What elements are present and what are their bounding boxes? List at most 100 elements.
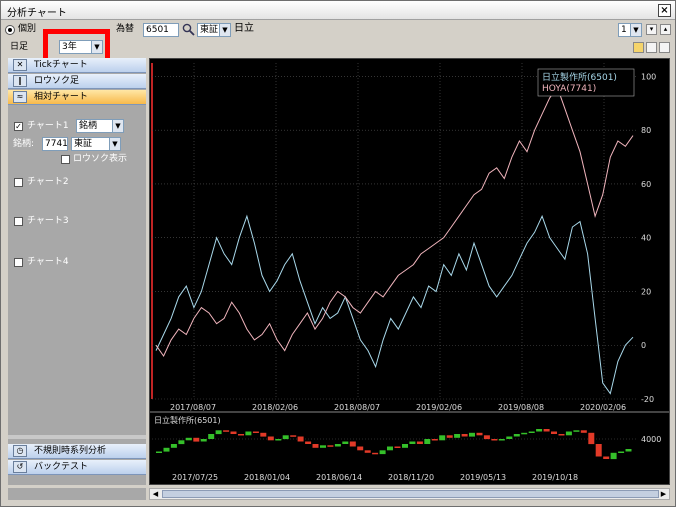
series-line-0: [155, 214, 634, 395]
candle-bar: [334, 444, 341, 447]
market-select[interactable]: 東証 ▼: [197, 23, 231, 37]
candle-bar: [513, 434, 520, 437]
candle-bar: [208, 434, 215, 439]
y-tick-label: 40: [641, 234, 651, 243]
menu-relative-chart-label: 相対チャート: [34, 92, 88, 102]
candle-bar: [170, 444, 177, 448]
candle-bar: [260, 432, 267, 437]
chart1-type-value: 銘柄: [79, 121, 98, 131]
chevron-down-icon: ▼: [630, 24, 641, 36]
sub-x-tick-label: 2019/05/13: [460, 473, 506, 482]
scroll-right-icon[interactable]: ▶: [658, 489, 669, 499]
sub-x-tick-label: 2019/10/18: [532, 473, 578, 482]
tick-chart-icon: ✕: [13, 59, 27, 71]
chevron-down-icon: ▼: [109, 138, 120, 150]
sub-x-tick-label: 2018/11/20: [388, 473, 434, 482]
x-tick-label: 2019/02/06: [416, 403, 462, 412]
brand-market-value: 東証: [74, 139, 93, 149]
x-tick-label: 2019/08/08: [498, 403, 544, 412]
relative-chart: 100 80 60 40 20 0 -20 2017/08/07 2018/02/06 2018/…: [151, 63, 656, 412]
candle-bar: [498, 439, 505, 441]
code-input[interactable]: 6501: [143, 23, 179, 37]
candle-bar: [379, 450, 386, 455]
candle-bar: [416, 441, 423, 444]
menu-backtest[interactable]: ↺ バックテスト: [8, 460, 146, 475]
menu-timeseries-label: 不規則時系列分析: [34, 446, 107, 456]
candle-bar: [618, 451, 625, 453]
chart-svg: 100 80 60 40 20 0 -20 2017/08/07 2018/02/06 2018/…: [150, 63, 669, 482]
y-tick-label: 60: [641, 180, 651, 189]
settings-icon[interactable]: [659, 42, 670, 53]
candle-bar: [595, 444, 602, 457]
candle-bar: [327, 445, 334, 447]
chart4-checkbox[interactable]: [14, 258, 23, 267]
candle-bar: [223, 430, 230, 432]
candle-bar: [290, 435, 297, 437]
titlebar: 分析チャート ×: [1, 1, 675, 20]
menu-timeseries[interactable]: ◷ 不規則時系列分析: [8, 444, 146, 459]
analysis-chart-window: 分析チャート × 個別 為替 6501 東証 ▼ 日立 1 ▼ ▾ ▴ 日足 3…: [0, 0, 676, 507]
candle-bar: [439, 435, 446, 441]
switch-label[interactable]: 為替: [116, 22, 134, 36]
chart-count-value: 1: [621, 25, 627, 35]
candle-bar: [178, 440, 185, 445]
minimize-chart-icon[interactable]: ▾: [646, 24, 657, 35]
candle-bar: [424, 439, 431, 444]
candle-bar: [245, 431, 252, 436]
candle-show-checkbox[interactable]: [61, 155, 70, 164]
candle-bar: [565, 431, 572, 436]
price-chart: 日立製作所(6501) 4000 2017/07/25 2018/01/04 2018/…: [150, 411, 669, 482]
candle-bar: [275, 439, 282, 441]
chart2-checkbox[interactable]: [14, 178, 23, 187]
window-title: 分析チャート: [7, 8, 67, 19]
search-icon[interactable]: [182, 23, 195, 36]
candle-bar: [431, 439, 438, 441]
series-line-1: [155, 86, 634, 357]
candle-bar: [580, 430, 587, 433]
horizontal-scrollbar[interactable]: ◀ ▶: [149, 488, 670, 500]
menu-relative-chart[interactable]: ≈ 相対チャート: [8, 90, 146, 105]
chart1-checkbox[interactable]: ✓: [14, 122, 23, 131]
menu-candlestick[interactable]: ‖ ロウソク足: [8, 74, 146, 89]
candle-show-label: ロウソク表示: [73, 154, 128, 164]
sub-chart-title: 日立製作所(6501): [154, 415, 221, 425]
sub-y-tick-label: 4000: [641, 435, 661, 444]
candle-bar: [252, 431, 259, 433]
scroll-thumb[interactable]: [162, 490, 659, 498]
close-button[interactable]: ×: [658, 4, 671, 17]
relative-chart-icon: ≈: [13, 91, 27, 103]
chart3-checkbox[interactable]: [14, 217, 23, 226]
period-type-label[interactable]: 日足: [10, 40, 28, 54]
candle-bar: [215, 430, 222, 435]
mode-radio-individual[interactable]: [5, 25, 15, 35]
chart1-type-select[interactable]: 銘柄 ▼: [76, 119, 124, 133]
panel-splitter[interactable]: [8, 435, 146, 439]
candle-bar: [312, 444, 319, 448]
menu-tick-chart[interactable]: ✕ Tickチャート: [8, 58, 146, 73]
x-tick-label: 2018/02/06: [252, 403, 298, 412]
save-icon[interactable]: [633, 42, 644, 53]
candle-bar: [536, 429, 543, 432]
chart-count-select[interactable]: 1 ▼: [618, 23, 642, 37]
candle-bar: [409, 441, 416, 444]
candle-bar: [461, 434, 468, 437]
sub-x-tick-label: 2017/07/25: [172, 473, 218, 482]
x-tick-label: 2020/02/06: [580, 403, 626, 412]
candle-bar: [297, 436, 304, 442]
menu-tick-chart-label: Tickチャート: [34, 60, 88, 70]
candle-bar: [282, 435, 289, 440]
x-tick-label: 2018/08/07: [334, 403, 380, 412]
brand-market-select[interactable]: 東証 ▼: [71, 137, 121, 151]
scroll-left-icon[interactable]: ◀: [150, 489, 161, 499]
chevron-down-icon: ▼: [219, 24, 230, 36]
candle-bar: [342, 441, 349, 444]
candle-bar: [528, 431, 535, 433]
candle-bar: [446, 435, 453, 438]
candle-bar: [469, 432, 475, 437]
chart3-label: チャート3: [27, 216, 69, 226]
print-icon[interactable]: [646, 42, 657, 53]
brand-code-input[interactable]: 7741: [42, 137, 68, 151]
collapse-icon[interactable]: ▴: [660, 24, 671, 35]
candle-bar: [238, 434, 244, 436]
chart2-label: チャート2: [27, 177, 69, 187]
